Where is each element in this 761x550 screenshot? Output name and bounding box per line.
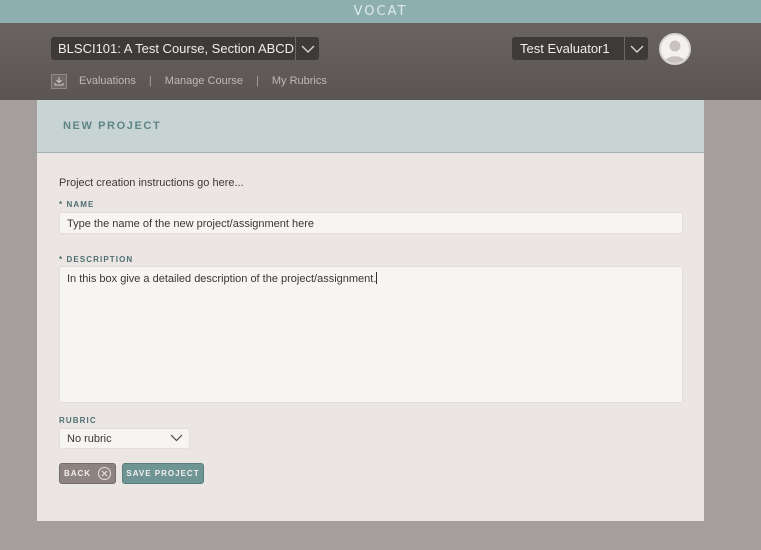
rubric-select-value: No rubric: [67, 432, 112, 445]
rubric-select[interactable]: No rubric: [59, 428, 190, 449]
nav-separator: |: [148, 75, 152, 87]
nav-manage-course[interactable]: Manage Course: [165, 75, 243, 87]
save-button-label: SAVE PROJECT: [126, 469, 200, 478]
course-select[interactable]: BLSCI101: A Test Course, Section ABCD: [51, 37, 319, 60]
rubric-label: RUBRIC: [59, 416, 97, 425]
back-button-label: BACK: [63, 469, 92, 478]
nav-my-rubrics[interactable]: My Rubrics: [272, 75, 327, 87]
user-select-value: Test Evaluator1: [520, 41, 610, 56]
chevron-down-icon[interactable]: [295, 37, 319, 60]
download-tray-icon[interactable]: [51, 73, 67, 89]
top-header: BLSCI101: A Test Course, Section ABCD Te…: [0, 23, 761, 100]
description-label: * DESCRIPTION: [59, 255, 134, 264]
course-nav: Evaluations | Manage Course | My Rubrics: [51, 73, 327, 89]
brand-bar: VOCAT: [0, 0, 761, 23]
text-cursor: [376, 272, 378, 284]
description-textarea[interactable]: In this box give a detailed description …: [59, 266, 683, 403]
panel-header: NEW PROJECT: [37, 100, 704, 153]
course-select-value: BLSCI101: A Test Course, Section ABCD: [58, 41, 295, 56]
nav-evaluations[interactable]: Evaluations: [79, 75, 136, 87]
chevron-down-icon: [170, 433, 183, 445]
name-input[interactable]: Type the name of the new project/assignm…: [59, 212, 683, 234]
close-circle-icon: [98, 467, 112, 480]
new-project-panel: NEW PROJECT Project creation instruction…: [37, 100, 704, 521]
back-button[interactable]: BACK: [59, 463, 116, 484]
brand-logo[interactable]: VOCAT: [354, 4, 408, 19]
name-label: * NAME: [59, 200, 95, 209]
page-title: NEW PROJECT: [63, 120, 162, 132]
user-avatar-icon[interactable]: [659, 33, 691, 65]
instructions-text: Project creation instructions go here...: [59, 177, 244, 189]
user-select[interactable]: Test Evaluator1: [512, 37, 648, 60]
save-project-button[interactable]: SAVE PROJECT: [122, 463, 204, 484]
description-text: In this box give a detailed description …: [67, 273, 377, 285]
nav-separator: |: [256, 75, 259, 87]
chevron-down-icon[interactable]: [624, 37, 648, 60]
